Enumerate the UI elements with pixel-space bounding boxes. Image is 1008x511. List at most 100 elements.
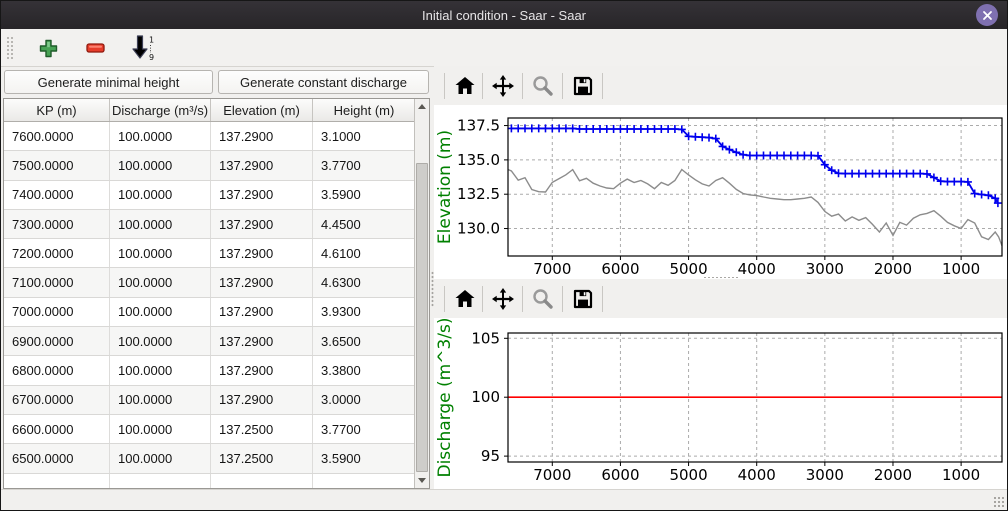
- table-cell[interactable]: 137.2900: [211, 268, 313, 296]
- table-cell[interactable]: 7500.0000: [4, 151, 110, 179]
- save-button[interactable]: [568, 284, 598, 314]
- table-cell[interactable]: 137.2900: [211, 356, 313, 384]
- table-cell[interactable]: 7600.0000: [4, 122, 110, 150]
- generate-constant-discharge-button[interactable]: Generate constant discharge: [218, 70, 429, 94]
- table-cell[interactable]: [110, 474, 211, 488]
- table-cell[interactable]: 100.0000: [110, 122, 211, 150]
- svg-text:1: 1: [149, 36, 154, 45]
- table-cell[interactable]: 3.7700: [313, 151, 416, 179]
- table-row: 7000.0000100.0000137.29003.9300: [4, 298, 429, 327]
- toolbar-separator: [444, 73, 445, 99]
- add-row-button[interactable]: [33, 33, 63, 63]
- zoom-icon: [531, 74, 555, 98]
- column-header[interactable]: KP (m): [4, 99, 110, 121]
- table-cell[interactable]: 100.0000: [110, 415, 211, 443]
- table-cell[interactable]: 137.2900: [211, 239, 313, 267]
- table-cell[interactable]: [4, 474, 110, 488]
- table-cell[interactable]: 100.0000: [110, 444, 211, 472]
- table-cell[interactable]: 7300.0000: [4, 210, 110, 238]
- table-cell[interactable]: 137.2900: [211, 210, 313, 238]
- sort-rows-button[interactable]: 1 9: [129, 33, 159, 63]
- home-button[interactable]: [450, 71, 480, 101]
- axes-box: [508, 118, 1002, 256]
- column-header[interactable]: Discharge (m³/s): [110, 99, 211, 121]
- generate-minimal-height-button[interactable]: Generate minimal height: [4, 70, 213, 94]
- y-axis-label: Discharge (m^3/s): [435, 318, 455, 478]
- table-cell[interactable]: 100.0000: [110, 181, 211, 209]
- table-cell[interactable]: 3.5900: [313, 181, 416, 209]
- save-button[interactable]: [568, 71, 598, 101]
- table-header-row: KP (m)Discharge (m³/s)Elevation (m)Heigh…: [4, 99, 429, 122]
- table-cell[interactable]: 137.2500: [211, 444, 313, 472]
- pan-icon: [491, 74, 515, 98]
- table-cell[interactable]: 7200.0000: [4, 239, 110, 267]
- table-cell[interactable]: 6500.0000: [4, 444, 110, 472]
- table-cell[interactable]: 6900.0000: [4, 327, 110, 355]
- x-tick-label: 3000: [806, 260, 844, 278]
- column-header[interactable]: Elevation (m): [211, 99, 313, 121]
- table-cell[interactable]: 137.2900: [211, 298, 313, 326]
- table-cell[interactable]: [211, 474, 313, 488]
- table-cell[interactable]: 3.6500: [313, 327, 416, 355]
- app-window: Initial condition - Saar - Saar 1: [0, 0, 1008, 511]
- table-cell[interactable]: 100.0000: [110, 298, 211, 326]
- table-cell[interactable]: 137.2500: [211, 415, 313, 443]
- column-header[interactable]: Height (m): [313, 99, 416, 121]
- discharge-chart: 700060005000400030002000100010510095Disc…: [434, 318, 1008, 489]
- table-cell[interactable]: 100.0000: [110, 327, 211, 355]
- zoom-button[interactable]: [528, 71, 558, 101]
- table-cell[interactable]: 6800.0000: [4, 356, 110, 384]
- table-cell[interactable]: 100.0000: [110, 210, 211, 238]
- table-scrollbar[interactable]: [414, 99, 429, 488]
- table-cell[interactable]: 100.0000: [110, 239, 211, 267]
- sort-1-9-icon: 1 9: [132, 35, 156, 61]
- table-cell[interactable]: 4.6300: [313, 268, 416, 296]
- table-cell[interactable]: 137.2900: [211, 327, 313, 355]
- table-cell[interactable]: 3.1000: [313, 122, 416, 150]
- table-cell[interactable]: 3.5900: [313, 444, 416, 472]
- resize-grip[interactable]: [993, 496, 1004, 507]
- table-cell[interactable]: 7000.0000: [4, 298, 110, 326]
- table-cell[interactable]: 3.7700: [313, 415, 416, 443]
- table-cell[interactable]: [313, 474, 416, 488]
- table-row: 7600.0000100.0000137.29003.1000: [4, 122, 429, 151]
- remove-row-button[interactable]: [81, 33, 111, 63]
- table-cell[interactable]: 7100.0000: [4, 268, 110, 296]
- x-tick-label: 2000: [874, 260, 912, 278]
- table-cell[interactable]: 100.0000: [110, 151, 211, 179]
- x-tick-label: 1000: [942, 466, 980, 484]
- table-row: 7100.0000100.0000137.29004.6300: [4, 268, 429, 297]
- table-cell[interactable]: 100.0000: [110, 386, 211, 414]
- home-button[interactable]: [450, 284, 480, 314]
- x-tick-label: 5000: [669, 466, 707, 484]
- home-icon: [453, 287, 477, 311]
- table-cell[interactable]: 137.2900: [211, 386, 313, 414]
- table-cell[interactable]: 137.2900: [211, 151, 313, 179]
- table-cell[interactable]: 137.2900: [211, 181, 313, 209]
- scroll-up-button[interactable]: [415, 99, 429, 114]
- toolbar-separator: [602, 286, 603, 312]
- table-cell[interactable]: 3.9300: [313, 298, 416, 326]
- table-row: 7300.0000100.0000137.29004.4500: [4, 210, 429, 239]
- table-cell[interactable]: 100.0000: [110, 356, 211, 384]
- left-panel: Generate minimal height Generate constan…: [1, 66, 432, 489]
- close-button[interactable]: [976, 4, 998, 26]
- table-cell[interactable]: 6700.0000: [4, 386, 110, 414]
- scroll-down-button[interactable]: [415, 473, 429, 488]
- table-cell[interactable]: 3.3800: [313, 356, 416, 384]
- pan-button[interactable]: [488, 71, 518, 101]
- table-row: 6600.0000100.0000137.25003.7700: [4, 415, 429, 444]
- scrollbar-thumb[interactable]: [416, 163, 428, 472]
- toolbar-grip[interactable]: [6, 36, 14, 60]
- pan-button[interactable]: [488, 284, 518, 314]
- table-cell[interactable]: 4.4500: [313, 210, 416, 238]
- table-cell[interactable]: 100.0000: [110, 268, 211, 296]
- table-cell[interactable]: 7400.0000: [4, 181, 110, 209]
- toolbar-separator: [562, 73, 563, 99]
- table-cell[interactable]: 3.0000: [313, 386, 416, 414]
- zoom-button[interactable]: [528, 284, 558, 314]
- table-cell[interactable]: 4.6100: [313, 239, 416, 267]
- titlebar[interactable]: Initial condition - Saar - Saar: [1, 1, 1007, 29]
- table-cell[interactable]: 137.2900: [211, 122, 313, 150]
- table-cell[interactable]: 6600.0000: [4, 415, 110, 443]
